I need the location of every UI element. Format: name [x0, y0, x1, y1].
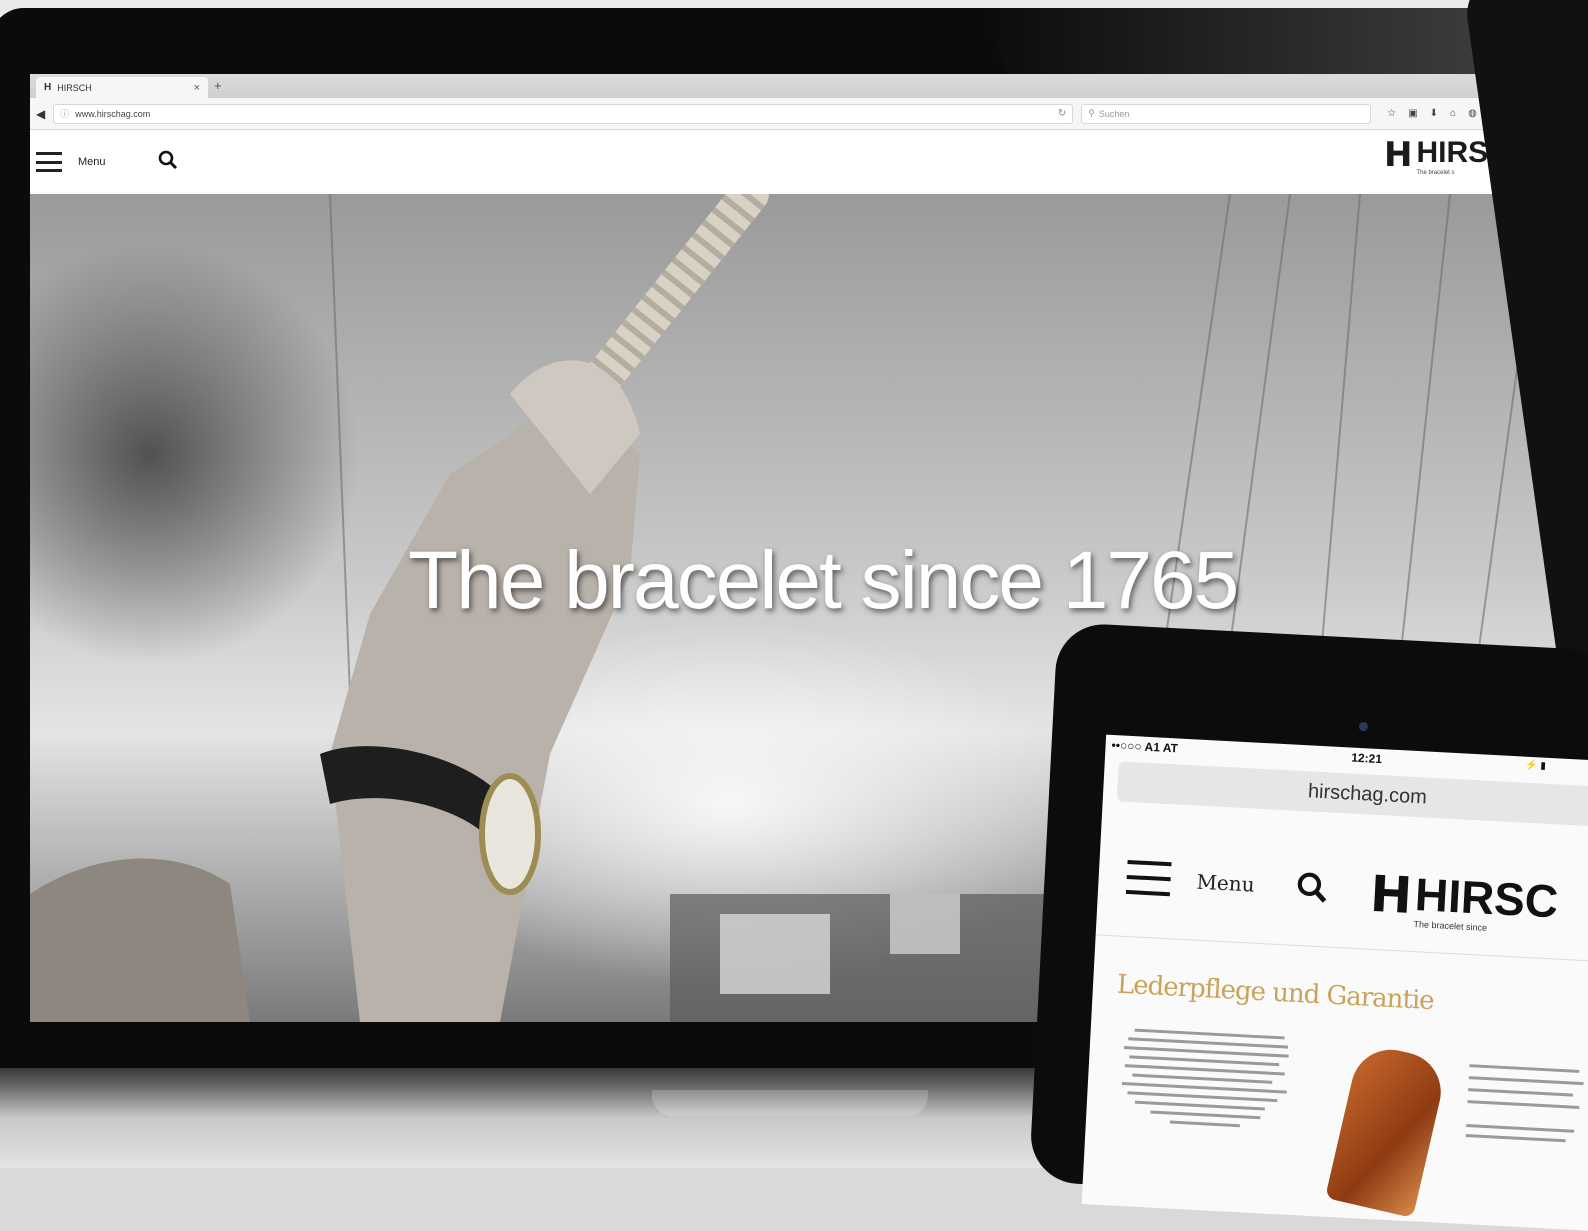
brand-logo[interactable]: H HIRS The bracelet s — [1384, 135, 1489, 177]
laptop-notch — [652, 1090, 928, 1116]
browser-toolbar: ◀ ⓘ www.hirschag.com ↻ ⚲ Suchen ☆ ▣ ⬇ ⌂ … — [30, 98, 1570, 130]
tablet-hamburger-icon[interactable] — [1125, 859, 1172, 897]
leather-strap-image — [1325, 1041, 1449, 1218]
magnifier-icon: ⚲ — [1088, 108, 1095, 118]
library-icon[interactable]: ▣ — [1408, 108, 1417, 119]
tablet-brand-logo[interactable]: H HIRSC The bracelet since — [1368, 864, 1560, 937]
tablet-search-icon[interactable] — [1295, 871, 1329, 910]
tab-favicon-icon: H — [44, 82, 52, 93]
reload-icon[interactable]: ↻ — [1058, 108, 1066, 119]
tablet-url: hirschag.com — [1307, 779, 1428, 809]
tablet-brand-mark: H — [1368, 864, 1411, 925]
browser-search-field[interactable]: ⚲ Suchen — [1081, 103, 1372, 124]
tablet-body-text-right — [1463, 1064, 1588, 1193]
search-icon[interactable] — [158, 150, 178, 175]
carrier-signal: ••○○○ A1 AT — [1111, 737, 1179, 756]
tablet-text-lines-left — [1121, 1028, 1289, 1128]
tablet-body-text-left — [1119, 1028, 1295, 1150]
brand-name: HIRS — [1416, 136, 1489, 169]
brand-mark: H — [1384, 135, 1413, 175]
home-icon[interactable]: ⌂ — [1450, 108, 1456, 119]
tablet-brand-name: HIRSC — [1413, 868, 1560, 928]
back-arrow-icon[interactable]: ◀ — [36, 107, 45, 121]
new-tab-button[interactable]: + — [214, 78, 222, 93]
tablet-device: ••○○○ A1 AT 12:21 ⚡ ▮ hirschag.com Menu … — [1028, 622, 1588, 1231]
bookmark-star-icon[interactable]: ☆ — [1387, 108, 1396, 119]
hamburger-menu-icon[interactable] — [36, 152, 62, 172]
tablet-camera — [1358, 721, 1369, 732]
laptop-lid-glare — [980, 8, 1540, 78]
browser-tab[interactable]: H HIRSCH × — [36, 77, 208, 98]
address-bar-url: www.hirschag.com — [75, 108, 151, 119]
battery-icon: ⚡ ▮ — [1524, 759, 1547, 772]
tablet-menu-label[interactable]: Menu — [1196, 870, 1255, 897]
menu-label[interactable]: Menu — [78, 156, 106, 168]
brand-tagline: The bracelet s — [1416, 170, 1455, 176]
site-header: Menu H HIRS The bracelet s — [30, 130, 1570, 194]
browser-tab-bar: H HIRSCH × + — [30, 74, 1570, 98]
browser-toolbar-icons: ☆ ▣ ⬇ ⌂ ◍ — [1387, 108, 1477, 119]
download-icon[interactable]: ⬇ — [1430, 108, 1438, 119]
status-time: 12:21 — [1350, 750, 1383, 767]
address-bar[interactable]: ⓘ www.hirschag.com ↻ — [53, 103, 1074, 124]
tablet-site-header: Menu H HIRSC The bracelet since — [1095, 824, 1588, 963]
tablet-content-heading: Lederpflege und Garantie — [1116, 969, 1435, 1017]
browser-search-placeholder: Suchen — [1098, 108, 1130, 119]
info-icon: ⓘ — [60, 109, 70, 119]
tablet-screen: ••○○○ A1 AT 12:21 ⚡ ▮ hirschag.com Menu … — [1081, 734, 1588, 1231]
tab-title: HIRSCH — [57, 82, 92, 93]
shield-icon[interactable]: ◍ — [1468, 108, 1477, 119]
tab-close-icon[interactable]: × — [194, 82, 200, 94]
tablet-text-lines-right — [1465, 1064, 1584, 1143]
hero-headline: The bracelet since 1765 — [408, 535, 1239, 626]
